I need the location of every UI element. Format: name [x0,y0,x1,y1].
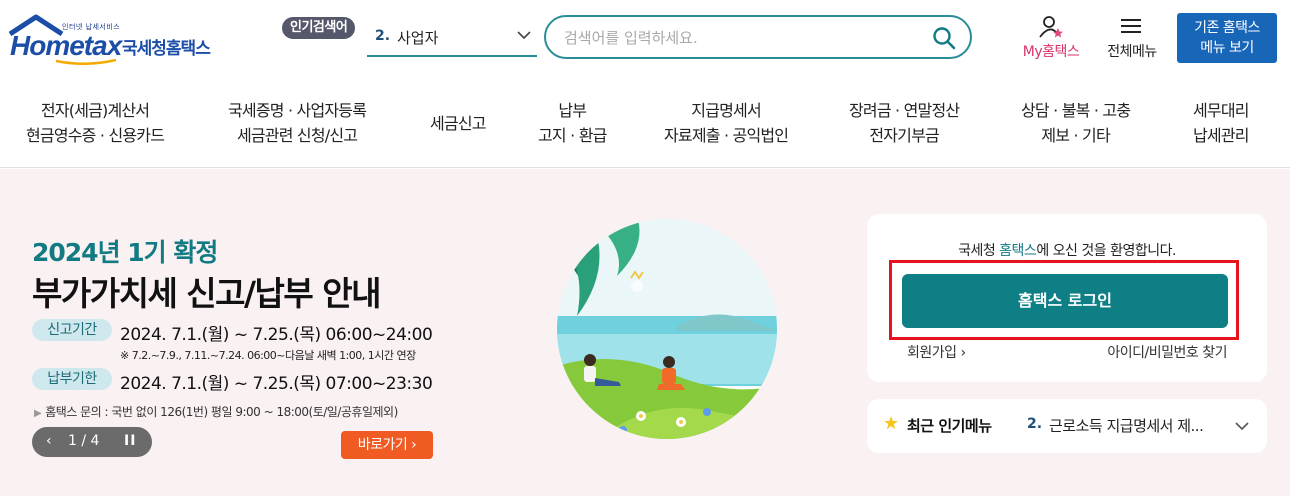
nav-item-line: 고지 · 환급 [538,126,607,145]
payment-deadline-badge: 납부기한 [32,368,112,390]
hometax-inquiry: ▶ 홈택스 문의 : 국번 없이 126(1번) 평일 9:00 ~ 18:00(… [34,403,398,420]
popular-search-dropdown[interactable]: 2. 사업자 [367,24,537,57]
nav-item-line: 전자기부금 [869,126,939,145]
triangle-right-icon: ▶ [34,408,42,419]
nav-item-consult[interactable]: 상담 · 불복 · 고충 제보 · 기타 [1021,98,1131,148]
old-hometax-line-2: 메뉴 보기 [1200,40,1254,56]
welcome-prefix: 국세청 [958,243,1000,259]
logo-swoosh [56,59,116,65]
chevron-right-icon: › [960,345,966,361]
nav-item-line: 세금신고 [430,114,486,133]
popular-menu-rank: 2. [1027,416,1043,432]
extension-note: ※ 7.2.~7.9., 7.11.~7.24. 06:00~다음날 새벽 1:… [120,349,416,362]
all-menu-label: 전체메뉴 [1107,44,1157,60]
beach-illustration [557,219,777,439]
nav-item-payment[interactable]: 납부 고지 · 환급 [538,98,607,148]
nav-item-line: 자료제출 · 공익법인 [664,126,789,145]
nav-item-tax-agent[interactable]: 세무대리 납세관리 [1193,98,1249,148]
nav-item-line: 지급명세서 [691,101,761,120]
banner-subtitle: 2024년 1기 확정 [32,238,218,267]
nav-item-line: 전자(세금)계산서 [40,101,150,120]
nav-item-tax-report[interactable]: 세금신고 [430,111,486,136]
nav-item-certificate[interactable]: 국세증명 · 사업자등록 세금관련 신청/신고 [228,98,367,148]
logo-brand: Hometax [10,30,122,61]
hometax-logo[interactable]: 인터넷 납세서비스 Hometax 국세청홈택스 [6,14,221,66]
popular-search-keyword: 사업자 [397,29,439,47]
find-id-password-link[interactable]: 아이디/비밀번호 찾기 [1107,342,1227,362]
nav-item-line: 국세증명 · 사업자등록 [228,101,367,120]
carousel-controls: ‹ 1 / 4 II [32,427,152,457]
old-hometax-menu-button[interactable]: 기존 홈택스 메뉴 보기 [1177,13,1277,63]
nav-item-line: 상담 · 불복 · 고충 [1021,101,1131,120]
main-banner: 2024년 1기 확정 부가가치세 신고/납부 안내 신고기간 2024. 7.… [0,169,1290,496]
hamburger-menu-icon [1121,19,1141,33]
slide-counter: 1 / 4 [68,433,100,449]
my-hometax-button[interactable]: My홈택스 [1014,14,1088,62]
all-menu-button[interactable]: 전체메뉴 [1098,14,1166,62]
main-nav: 전자(세금)계산서 현금영수증 · 신용카드 국세증명 · 사업자등록 세금관련… [0,80,1290,168]
nav-item-line: 세금관련 신청/신고 [236,126,358,145]
welcome-suffix: 에 오신 것을 환영합니다. [1036,243,1176,259]
search-box [544,15,972,59]
popular-menu-title: 최근 인기메뉴 [907,417,992,435]
nav-item-line: 장려금 · 연말정산 [849,101,960,120]
old-hometax-line-1: 기존 홈택스 [1194,20,1260,36]
banner-title: 부가가치세 신고/납부 안내 [32,274,382,313]
join-label: 회원가입 [907,345,957,361]
search-icon[interactable] [932,26,956,50]
go-button-label: 바로가기 [357,437,408,453]
nav-item-line: 현금영수증 · 신용카드 [26,126,165,145]
inquiry-text: 홈택스 문의 : 국번 없이 126(1번) 평일 9:00 ~ 18:00(토… [45,405,398,419]
popular-menu-panel[interactable]: ★ 최근 인기메뉴 2. 근로소득 지급명세서 제... [867,399,1267,453]
nav-item-incentive[interactable]: 장려금 · 연말정산 전자기부금 [849,98,960,148]
welcome-highlight: 홈택스 [999,243,1037,259]
popular-menu-item: 근로소득 지급명세서 제... [1049,417,1204,435]
nav-item-line: 납부 [558,101,587,120]
highlight-box [889,260,1239,340]
my-hometax-label: My홈택스 [1022,44,1080,60]
join-link[interactable]: 회원가입 › [907,342,966,362]
search-input[interactable] [564,26,904,50]
chevron-down-icon [517,31,531,40]
chevron-left-icon[interactable]: ‹ [46,433,52,449]
nav-item-e-invoice[interactable]: 전자(세금)계산서 현금영수증 · 신용카드 [26,98,165,148]
payment-period: 2024. 7.1.(월) ~ 7.25.(목) 07:00~23:30 [120,374,433,394]
popular-search-badge: 인기검색어 [282,17,356,39]
report-period: 2024. 7.1.(월) ~ 7.25.(목) 06:00~24:00 [120,325,433,345]
go-button[interactable]: 바로가기 › [341,431,433,459]
user-star-icon [1039,16,1063,38]
site-header: 인터넷 납세서비스 Hometax 국세청홈택스 인기검색어 2. 사업자 My… [0,0,1290,80]
chevron-down-icon [1235,422,1249,431]
popular-search-rank: 2. [375,28,391,44]
logo-name: 국세청홈택스 [122,39,211,59]
nav-item-line: 제보 · 기타 [1041,126,1110,145]
welcome-message: 국세청 홈택스에 오신 것을 환영합니다. [867,240,1267,260]
report-period-badge: 신고기간 [32,319,112,341]
nav-item-line: 세무대리 [1193,101,1249,120]
nav-item-payment-statement[interactable]: 지급명세서 자료제출 · 공익법인 [664,98,789,148]
nav-item-line: 납세관리 [1193,126,1249,145]
star-icon: ★ [883,413,900,434]
pause-icon[interactable]: II [124,433,136,449]
